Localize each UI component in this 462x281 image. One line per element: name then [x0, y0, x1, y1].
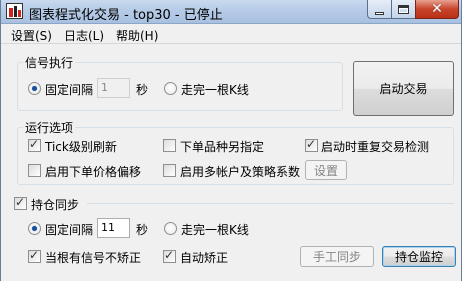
- sync-seconds-label: 秒: [136, 223, 149, 237]
- window-title: 图表程式化交易 - top30 - 已停止: [29, 8, 223, 23]
- tick-refresh-checkbox[interactable]: [28, 137, 41, 152]
- sync-interval-input[interactable]: 11: [97, 218, 130, 238]
- signal-interval-input[interactable]: 1: [97, 78, 130, 98]
- title-bar[interactable]: 图表程式化交易 - top30 - 已停止 ✕: [1, 0, 461, 24]
- manual-sync-button[interactable]: 手工同步: [300, 246, 374, 267]
- menu-bar: 设置(S) 日志(L) 帮助(H): [1, 24, 461, 44]
- sync-fixed-interval-label: 固定间隔: [45, 223, 94, 237]
- menu-help[interactable]: 帮助(H): [116, 27, 158, 44]
- tick-refresh-label: Tick级别刷新: [45, 140, 117, 154]
- no-correct-checkbox[interactable]: [28, 248, 41, 263]
- auto-correct-label: 自动矫正: [180, 251, 229, 265]
- run-options-settings-button[interactable]: 设置: [305, 160, 347, 180]
- multi-account-checkbox[interactable]: [163, 164, 176, 177]
- signal-finish-kline-radio[interactable]: [164, 82, 177, 95]
- close-icon: ✕: [431, 1, 443, 17]
- restart-check-label: 启动时重复交易检测: [321, 140, 430, 154]
- sync-fixed-interval-radio[interactable]: [28, 222, 41, 235]
- signal-seconds-label: 秒: [136, 83, 149, 97]
- minimize-button[interactable]: [367, 0, 392, 19]
- sync-finish-kline-label: 走完一根K线: [181, 223, 249, 237]
- signal-fixed-interval-label: 固定间隔: [45, 83, 94, 97]
- start-trading-button[interactable]: 启动交易: [353, 61, 454, 116]
- close-button[interactable]: ✕: [415, 0, 459, 19]
- maximize-icon: [398, 4, 409, 14]
- app-chart-icon: [6, 3, 23, 19]
- position-monitor-button[interactable]: 持仓监控: [382, 246, 456, 267]
- run-options-title: 运行选项: [23, 119, 76, 136]
- position-sync-title: 持仓同步: [31, 198, 80, 212]
- restart-check-checkbox[interactable]: [305, 137, 318, 152]
- no-correct-label: 当根有信号不矫正: [45, 251, 142, 265]
- position-sync-separator: [87, 203, 454, 204]
- maximize-button[interactable]: [391, 0, 416, 19]
- menu-log[interactable]: 日志(L): [64, 27, 104, 44]
- main-window: 图表程式化交易 - top30 - 已停止 ✕ 设置(S) 日志(L) 帮助(H…: [0, 0, 462, 281]
- signal-execution-title: 信号执行: [23, 54, 76, 71]
- menu-settings[interactable]: 设置(S): [11, 27, 52, 44]
- position-sync-checkbox[interactable]: [14, 195, 27, 210]
- minimize-icon: [375, 11, 384, 15]
- multi-account-label: 启用多帐户及策略系数: [180, 165, 301, 179]
- sync-finish-kline-radio[interactable]: [164, 222, 177, 235]
- signal-finish-kline-label: 走完一根K线: [181, 83, 249, 97]
- order-variety-checkbox[interactable]: [163, 139, 176, 152]
- price-offset-label: 启用下单价格偏移: [45, 165, 142, 179]
- auto-correct-checkbox[interactable]: [163, 248, 176, 263]
- price-offset-checkbox[interactable]: [28, 164, 41, 177]
- signal-fixed-interval-radio[interactable]: [28, 82, 41, 95]
- order-variety-label: 下单品种另指定: [180, 140, 265, 154]
